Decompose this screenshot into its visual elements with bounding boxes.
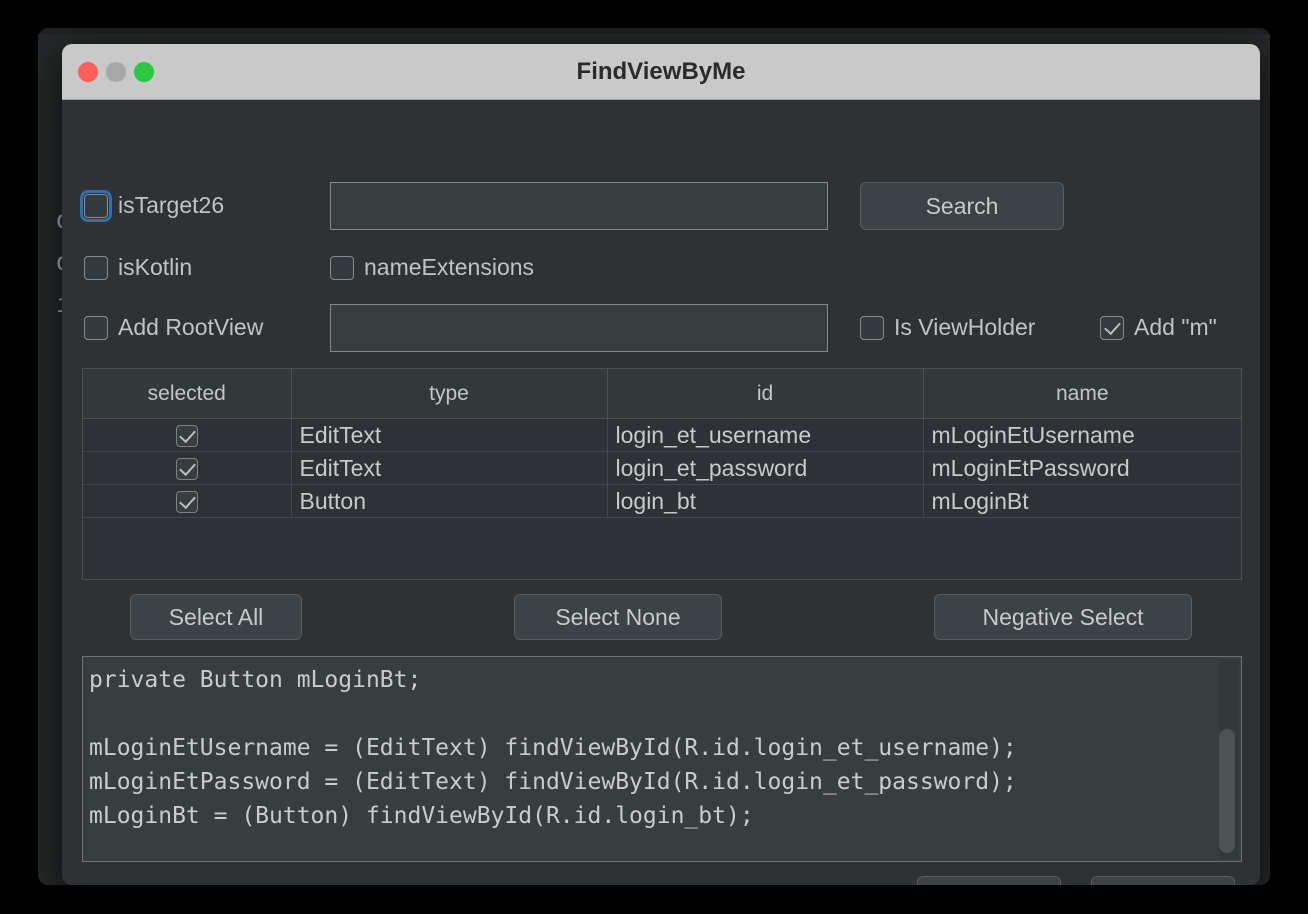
is-target-26-checkbox-box[interactable] bbox=[80, 189, 112, 222]
row-name-cell: mLoginEtUsername bbox=[923, 418, 1241, 452]
row-checkbox[interactable] bbox=[175, 491, 198, 514]
add-root-view-checkbox-box[interactable] bbox=[84, 315, 108, 340]
root-view-input[interactable] bbox=[330, 304, 828, 352]
desktop-screen: d( d( in FindViewByMe isTarget26 Search bbox=[0, 0, 1308, 914]
add-m-checkbox-box[interactable] bbox=[1100, 315, 1124, 340]
negative-select-button[interactable]: Negative Select bbox=[934, 594, 1192, 640]
row-name-cell: mLoginEtPassword bbox=[923, 451, 1241, 485]
is-kotlin-checkbox-box[interactable] bbox=[84, 255, 108, 280]
row-id-cell: login_et_username bbox=[607, 418, 924, 452]
row-id-cell: login_bt bbox=[607, 484, 924, 518]
code-scrollbar-thumb[interactable] bbox=[1219, 729, 1235, 853]
code-scrollbar-track[interactable] bbox=[1219, 659, 1239, 859]
table-col-name[interactable]: name bbox=[923, 369, 1241, 419]
row-type-cell: EditText bbox=[291, 451, 608, 485]
close-button[interactable]: Close bbox=[1091, 876, 1235, 885]
checkbox-is-target-26[interactable]: isTarget26 bbox=[80, 189, 225, 222]
checkbox-name-extensions[interactable]: nameExtensions bbox=[330, 254, 534, 281]
row-selected-cell[interactable] bbox=[83, 484, 292, 518]
row-checkbox[interactable] bbox=[175, 425, 198, 448]
row-selected-cell[interactable] bbox=[83, 418, 292, 452]
name-extensions-checkbox-box[interactable] bbox=[330, 255, 354, 280]
is-view-holder-label: Is ViewHolder bbox=[894, 314, 1036, 340]
table-col-type[interactable]: type bbox=[291, 369, 608, 419]
checkbox-is-view-holder[interactable]: Is ViewHolder bbox=[860, 314, 1035, 341]
table-col-id[interactable]: id bbox=[607, 369, 924, 419]
add-m-label: Add "m" bbox=[1134, 314, 1217, 340]
checkbox-is-kotlin[interactable]: isKotlin bbox=[84, 254, 192, 281]
select-all-button[interactable]: Select All bbox=[130, 594, 302, 640]
is-view-holder-checkbox-box[interactable] bbox=[860, 315, 884, 340]
table-header-row: selected type id name bbox=[83, 369, 1241, 419]
table-col-selected[interactable]: selected bbox=[83, 369, 292, 419]
row-id-cell: login_et_password bbox=[607, 451, 924, 485]
views-table[interactable]: selected type id name EditText login_et_… bbox=[82, 368, 1242, 580]
row-type-cell: Button bbox=[291, 484, 608, 518]
row-checkbox[interactable] bbox=[175, 458, 198, 481]
name-extensions-label: nameExtensions bbox=[364, 254, 535, 280]
checkbox-add-root-view[interactable]: Add RootView bbox=[84, 314, 263, 341]
row-type-cell: EditText bbox=[291, 418, 608, 452]
dialog-titlebar[interactable]: FindViewByMe bbox=[62, 44, 1260, 100]
is-kotlin-label: isKotlin bbox=[118, 254, 193, 280]
row-selected-cell[interactable] bbox=[83, 451, 292, 485]
dialog-title: FindViewByMe bbox=[576, 58, 746, 85]
dialog-body: isTarget26 Search isKotlin nameExtension… bbox=[62, 100, 1260, 885]
table-row[interactable]: EditText login_et_username mLoginEtUsern… bbox=[83, 418, 1241, 452]
add-root-view-label: Add RootView bbox=[118, 314, 264, 340]
search-button[interactable]: Search bbox=[860, 182, 1064, 230]
search-input[interactable] bbox=[330, 182, 828, 230]
generated-code-text: private Button mLoginBt; mLoginEtUsernam… bbox=[89, 667, 1017, 829]
ok-button[interactable]: OK bbox=[917, 876, 1061, 885]
select-none-button[interactable]: Select None bbox=[514, 594, 722, 640]
is-target-26-label: isTarget26 bbox=[118, 192, 225, 218]
checkbox-add-m[interactable]: Add "m" bbox=[1100, 314, 1217, 341]
table-row[interactable]: Button login_bt mLoginBt bbox=[83, 484, 1241, 518]
findviewbyme-dialog: FindViewByMe isTarget26 Search isKotlin … bbox=[62, 44, 1260, 885]
table-row[interactable]: EditText login_et_password mLoginEtPassw… bbox=[83, 451, 1241, 485]
row-name-cell: mLoginBt bbox=[923, 484, 1241, 518]
generated-code-area[interactable]: private Button mLoginBt; mLoginEtUsernam… bbox=[82, 656, 1242, 862]
